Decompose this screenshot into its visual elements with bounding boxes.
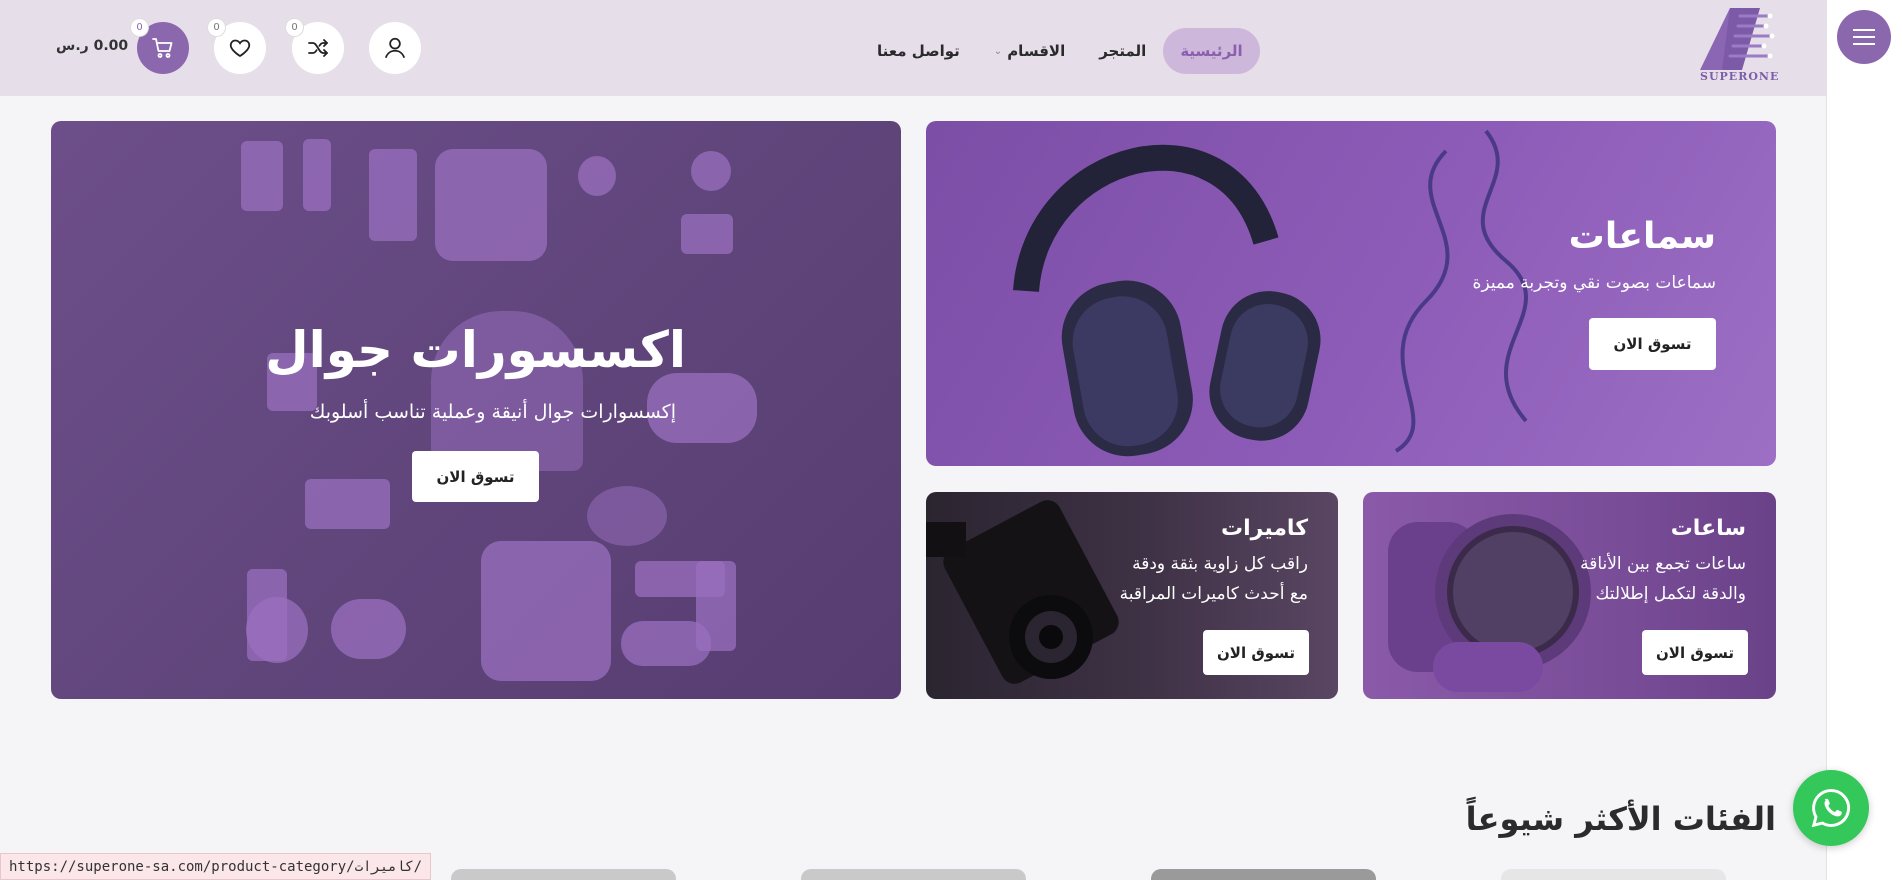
nav-label: المتجر xyxy=(1099,42,1147,60)
banner-cameras-shop-button[interactable]: تسوق الان xyxy=(1203,630,1309,675)
banner-cameras[interactable]: كاميرات راقب كل زاوية بثقة ودقة مع أحدث … xyxy=(926,492,1338,699)
banner-cameras-subtitle-line2: مع أحدث كاميرات المراقبة xyxy=(1119,584,1308,604)
whatsapp-button[interactable] xyxy=(1793,770,1869,846)
cart-button[interactable]: 0 xyxy=(131,19,189,74)
banner-watches-subtitle-line1: ساعات تجمع بين الأناقة xyxy=(1580,554,1746,574)
nav-item-home[interactable]: الرئيسية xyxy=(1163,28,1260,74)
nav-label: الرئيسية xyxy=(1180,42,1243,60)
headphones-image xyxy=(1013,129,1528,457)
status-bar-url: https://superone-sa.com/product-category… xyxy=(0,853,432,880)
banner-accessories-shop-button[interactable]: تسوق الان xyxy=(412,451,539,502)
cart-count-badge: 0 xyxy=(131,19,148,36)
banner-accessories-title: اكسسورات جوال xyxy=(265,321,686,379)
category-card[interactable] xyxy=(801,869,1026,880)
banner-headphones-title: سماعات xyxy=(1568,216,1716,257)
category-card[interactable] xyxy=(1151,869,1376,880)
category-card[interactable] xyxy=(451,869,676,880)
nav-label: الاقسام xyxy=(1007,42,1066,60)
chevron-down-icon: ⌄ xyxy=(993,45,1003,57)
heart-icon xyxy=(229,39,251,58)
cart-total[interactable]: 0.00 ر.س xyxy=(56,38,128,54)
shuffle-icon xyxy=(308,39,328,57)
page: SUPERONE الرئيسية المتجر الاقسام ⌄ تواصل… xyxy=(0,0,1902,880)
compare-button[interactable]: 0 xyxy=(286,19,344,74)
cart-icon xyxy=(152,38,173,58)
wishlist-button[interactable]: 0 xyxy=(208,19,266,74)
banner-accessories-subtitle: إكسسوارات جوال أنيقة وعملية تناسب أسلوبك xyxy=(309,401,676,423)
banner-headphones-shop-button[interactable]: تسوق الان xyxy=(1589,318,1716,370)
banner-cameras-subtitle-line1: راقب كل زاوية بثقة ودقة xyxy=(1132,554,1308,574)
side-strip xyxy=(1826,0,1902,880)
banner-watches[interactable]: ساعات ساعات تجمع بين الأناقة والدقة لتكم… xyxy=(1363,492,1776,699)
nav-item-categories[interactable]: الاقسام ⌄ xyxy=(977,28,1082,74)
category-card[interactable] xyxy=(1501,869,1726,880)
nav-item-shop[interactable]: المتجر xyxy=(1082,28,1163,74)
banner-cameras-title: كاميرات xyxy=(1221,516,1308,541)
banner-accessories[interactable]: اكسسورات جوال إكسسوارات جوال أنيقة وعملي… xyxy=(51,121,901,699)
banner-watches-subtitle-line2: والدقة لتكمل إطلالتك xyxy=(1595,584,1746,604)
menu-icon xyxy=(1853,29,1875,45)
banner-watches-shop-button[interactable]: تسوق الان xyxy=(1642,630,1748,675)
menu-button[interactable] xyxy=(1837,10,1891,64)
banner-headphones-subtitle: سماعات بصوت نقي وتجربة مميزة xyxy=(1472,273,1716,293)
main-nav: الرئيسية المتجر الاقسام ⌄ تواصل معنا xyxy=(860,28,1260,74)
logo-icon xyxy=(1700,8,1775,70)
compare-count-badge: 0 xyxy=(286,19,303,36)
nav-label: تواصل معنا xyxy=(877,42,960,60)
wishlist-count-badge: 0 xyxy=(208,19,225,36)
popular-categories-heading: الفئات الأكثر شيوعاً xyxy=(1465,800,1776,838)
account-button[interactable] xyxy=(369,22,421,74)
user-icon xyxy=(384,37,406,59)
logo-text: SUPERONE xyxy=(1700,70,1780,83)
nav-item-contact[interactable]: تواصل معنا xyxy=(860,28,977,74)
banner-watches-title: ساعات xyxy=(1670,516,1746,541)
whatsapp-icon xyxy=(1811,789,1851,828)
banner-headphones[interactable]: سماعات سماعات بصوت نقي وتجربة مميزة تسوق… xyxy=(926,121,1776,466)
